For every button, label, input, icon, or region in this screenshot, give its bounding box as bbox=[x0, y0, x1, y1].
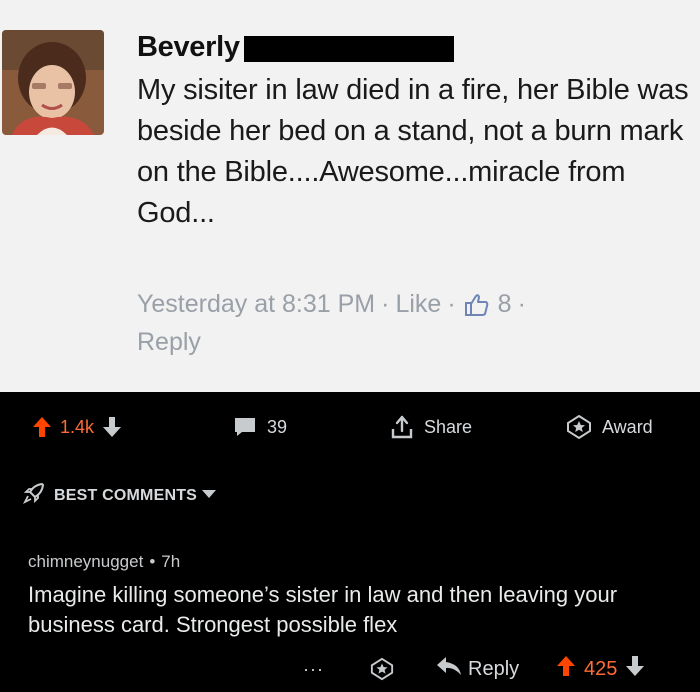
separator-dot: · bbox=[381, 290, 390, 318]
downvote-arrow-icon[interactable] bbox=[102, 416, 122, 438]
comment-vote-group: 425 bbox=[556, 656, 645, 682]
reply-button[interactable]: Reply bbox=[436, 656, 519, 682]
redaction-bar bbox=[243, 35, 454, 62]
separator-dot: · bbox=[517, 290, 526, 318]
award-label: Award bbox=[602, 416, 653, 437]
comment-text: My sisiter in law died in a fire, her Bi… bbox=[137, 74, 689, 229]
post-action-bar: 1.4k 39 Share Award bbox=[0, 392, 700, 462]
upvote-arrow-icon[interactable] bbox=[32, 416, 52, 438]
timestamp[interactable]: Yesterday at 8:31 PM bbox=[137, 290, 375, 319]
comments-button[interactable]: 39 bbox=[233, 415, 287, 439]
comment-body: Imagine killing someone’s sister in law … bbox=[28, 582, 618, 637]
share-icon bbox=[390, 415, 414, 439]
avatar[interactable] bbox=[2, 30, 104, 135]
downvote-arrow-icon[interactable] bbox=[625, 655, 645, 683]
comment-username[interactable]: chimneynugget bbox=[28, 552, 143, 572]
bullet-separator: • bbox=[149, 552, 156, 571]
share-label: Share bbox=[424, 416, 473, 437]
share-button[interactable]: Share bbox=[390, 415, 472, 439]
upvote-arrow-icon[interactable] bbox=[556, 655, 576, 683]
award-icon[interactable] bbox=[370, 656, 394, 682]
comment-age: 7h bbox=[161, 552, 181, 571]
sort-label: BEST COMMENTS bbox=[54, 486, 198, 504]
like-count: 8 bbox=[497, 290, 512, 318]
comment-bubble-icon bbox=[233, 416, 257, 438]
comment-actions: ··· Reply 425 bbox=[0, 652, 700, 686]
vote-group: 1.4k bbox=[32, 415, 122, 439]
like-link[interactable]: Like bbox=[395, 290, 441, 319]
comment-count: 39 bbox=[267, 416, 288, 437]
rocket-icon bbox=[22, 481, 46, 510]
reddit-comment: chimneynugget • 7h Imagine killing someo… bbox=[28, 552, 693, 640]
comment-meta: Yesterday at 8:31 PM · Like · 8 · bbox=[137, 290, 532, 319]
author-row: Beverly bbox=[137, 27, 454, 67]
award-button[interactable]: Award bbox=[566, 414, 653, 440]
facebook-comment-screenshot: Beverly My sisiter in law died in a fire… bbox=[0, 0, 700, 392]
thumbs-up-icon bbox=[464, 292, 490, 318]
reply-label: Reply bbox=[468, 657, 520, 680]
award-icon bbox=[566, 414, 592, 440]
comment-header: chimneynugget • 7h bbox=[28, 552, 693, 572]
separator-dot: · bbox=[447, 290, 456, 318]
more-options-button[interactable]: ··· bbox=[303, 656, 324, 682]
comment-score: 425 bbox=[584, 657, 618, 680]
caret-down-icon bbox=[201, 487, 217, 505]
reply-arrow-icon bbox=[436, 655, 462, 683]
upvote-count: 1.4k bbox=[60, 416, 95, 437]
comment-sort-selector[interactable]: BEST COMMENTS bbox=[22, 481, 217, 510]
reply-link[interactable]: Reply bbox=[137, 328, 201, 357]
author-name[interactable]: Beverly bbox=[137, 31, 240, 64]
